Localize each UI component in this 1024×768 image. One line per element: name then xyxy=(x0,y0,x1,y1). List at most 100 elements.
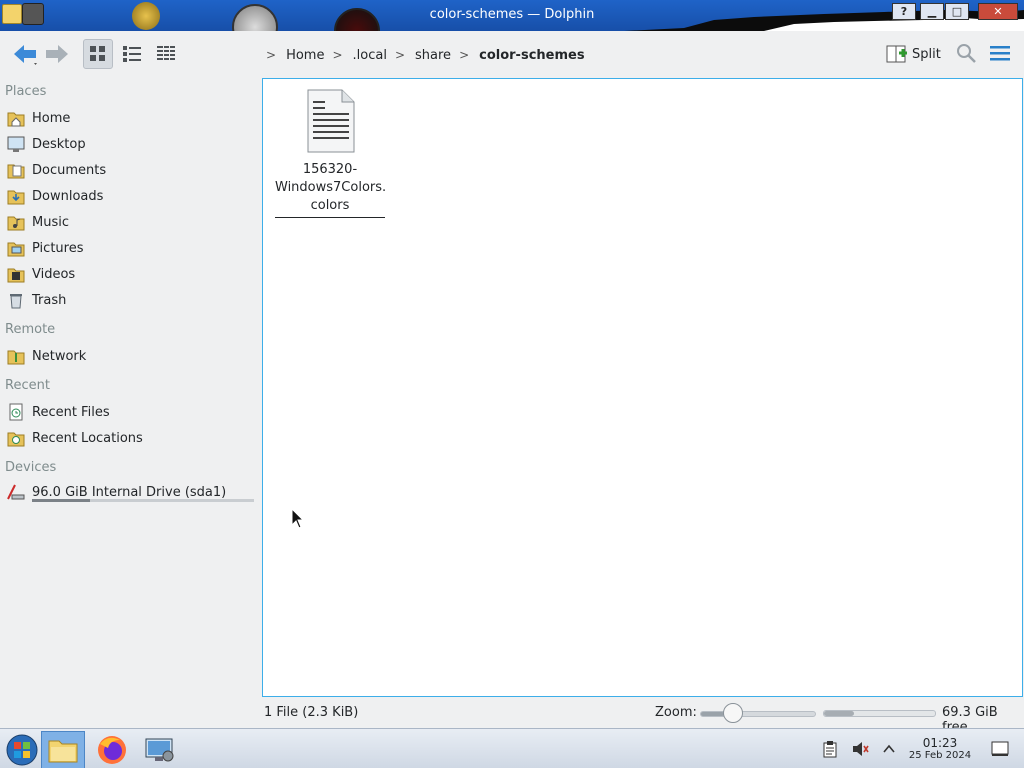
breadcrumb-separator-icon[interactable]: > xyxy=(395,48,405,62)
main-toolbar: > Home > .local > share > color-schemes … xyxy=(0,31,1024,77)
taskbar: 01:23 25 Feb 2024 xyxy=(0,728,1024,768)
sidebar-item-label: 96.0 GiB Internal Drive (sda1) xyxy=(32,484,227,500)
sidebar-item-downloads[interactable]: Downloads xyxy=(6,185,256,207)
pictures-folder-icon xyxy=(6,238,26,258)
start-orb-icon xyxy=(6,734,38,766)
videos-folder-icon xyxy=(6,264,26,284)
compact-view-icon xyxy=(123,46,141,62)
sidebar-item-label: Videos xyxy=(32,266,76,282)
hard-drive-icon xyxy=(6,482,26,502)
breadcrumb-separator-icon[interactable]: > xyxy=(266,48,276,62)
mouse-cursor-icon xyxy=(291,508,305,529)
clock-time: 01:23 xyxy=(922,736,958,750)
breadcrumb-home[interactable]: Home xyxy=(286,48,324,63)
system-settings-icon xyxy=(145,738,174,762)
music-folder-icon xyxy=(6,212,26,232)
taskbar-firefox[interactable] xyxy=(90,731,134,768)
show-desktop-icon[interactable] xyxy=(990,740,1010,758)
remote-section-title: Remote xyxy=(5,322,56,337)
file-item[interactable]: 156320- Windows7Colors. colors xyxy=(275,89,387,218)
clock[interactable]: 01:23 25 Feb 2024 xyxy=(900,737,980,762)
taskbar-system-settings[interactable] xyxy=(138,731,182,768)
places-section-title: Places xyxy=(5,84,47,99)
file-view[interactable]: 156320- Windows7Colors. colors xyxy=(262,78,1023,697)
split-button[interactable]: Split xyxy=(886,42,941,66)
sidebar-item-pictures[interactable]: Pictures xyxy=(6,237,256,259)
forward-button[interactable] xyxy=(42,40,72,68)
breadcrumb-color-schemes[interactable]: color-schemes xyxy=(479,48,584,63)
icons-view-icon xyxy=(90,46,105,61)
back-button[interactable] xyxy=(10,40,40,68)
zoom-slider-fill xyxy=(701,712,724,716)
recent-locations-icon xyxy=(6,428,26,448)
search-icon xyxy=(957,44,976,63)
file-name-line: Windows7Colors. xyxy=(275,180,387,195)
compact-view-button[interactable] xyxy=(117,39,147,69)
dolphin-icon xyxy=(48,740,78,763)
breadcrumb-separator-icon[interactable]: > xyxy=(459,48,469,62)
file-name: 156320- Windows7Colors. colors xyxy=(275,161,387,215)
downloads-folder-icon xyxy=(6,186,26,206)
devices-section-title: Devices xyxy=(5,460,57,475)
desktop-folder-icon xyxy=(6,134,26,154)
forward-arrow-icon xyxy=(46,45,68,63)
window-titlebar[interactable]: color-schemes — Dolphin ? ▁ □ ✕ xyxy=(0,0,1024,31)
sidebar-item-network[interactable]: Network xyxy=(6,345,256,367)
breadcrumb-separator-icon[interactable]: > xyxy=(332,48,342,62)
breadcrumb-share[interactable]: share xyxy=(415,48,451,63)
file-rename-underline xyxy=(275,217,385,218)
close-button[interactable]: ✕ xyxy=(978,3,1018,20)
file-name-line: colors xyxy=(310,198,350,213)
sidebar-item-home[interactable]: Home xyxy=(6,107,256,129)
minimize-button[interactable]: ▁ xyxy=(920,3,944,20)
sidebar-item-trash[interactable]: Trash xyxy=(6,289,256,311)
start-button[interactable] xyxy=(0,731,44,768)
sidebar-item-desktop[interactable]: Desktop xyxy=(6,133,256,155)
status-summary: 1 File (2.3 KiB) xyxy=(264,705,359,720)
taskbar-dolphin[interactable] xyxy=(41,731,85,768)
chevron-up-icon[interactable] xyxy=(880,740,898,758)
sidebar-item-documents[interactable]: Documents xyxy=(6,159,256,181)
search-button[interactable] xyxy=(955,42,979,66)
split-view-icon xyxy=(886,45,907,63)
hamburger-menu-icon xyxy=(990,46,1010,61)
back-arrow-icon xyxy=(14,45,37,65)
drive-usage-fill xyxy=(32,499,90,502)
sidebar-item-videos[interactable]: Videos xyxy=(6,263,256,285)
help-button[interactable]: ? xyxy=(892,3,916,20)
firefox-icon xyxy=(98,736,126,764)
zoom-slider-handle[interactable] xyxy=(723,703,743,723)
window-title: color-schemes — Dolphin xyxy=(429,7,595,22)
trash-icon xyxy=(6,290,26,310)
sidebar-item-label: Network xyxy=(32,348,87,364)
drive-usage-bar xyxy=(32,499,254,502)
sidebar-item-music[interactable]: Music xyxy=(6,211,256,233)
details-view-button[interactable] xyxy=(151,39,181,69)
free-space-bar xyxy=(823,710,936,717)
zoom-slider[interactable] xyxy=(700,711,816,717)
details-view-icon xyxy=(157,45,175,61)
sidebar-item-label: Trash xyxy=(32,292,67,308)
sidebar-item-label: Downloads xyxy=(32,188,104,204)
home-folder-icon xyxy=(6,108,26,128)
file-name-line: 156320- xyxy=(302,162,358,177)
sidebar-item-recent-files[interactable]: Recent Files xyxy=(6,401,256,423)
documents-folder-icon xyxy=(6,160,26,180)
recent-section-title: Recent xyxy=(5,378,50,393)
maximize-button[interactable]: □ xyxy=(945,3,969,20)
status-bar: 1 File (2.3 KiB) Zoom: 69.3 GiB free xyxy=(0,697,1024,735)
sidebar-item-label: Documents xyxy=(32,162,107,178)
volume-muted-icon[interactable] xyxy=(851,740,869,758)
icons-view-button[interactable] xyxy=(83,39,113,69)
sidebar-item-label: Home xyxy=(32,110,71,126)
clipboard-icon[interactable] xyxy=(821,740,839,758)
sidebar-item-label: Recent Files xyxy=(32,404,110,420)
network-folder-icon xyxy=(6,346,26,366)
sidebar-item-label: Pictures xyxy=(32,240,84,256)
free-space-fill xyxy=(824,711,854,716)
hamburger-menu-button[interactable] xyxy=(988,42,1014,66)
breadcrumb-local[interactable]: .local xyxy=(353,48,387,63)
recent-files-icon xyxy=(6,402,26,422)
sidebar-item-recent-locations[interactable]: Recent Locations xyxy=(6,427,256,449)
text-document-icon xyxy=(307,89,355,153)
